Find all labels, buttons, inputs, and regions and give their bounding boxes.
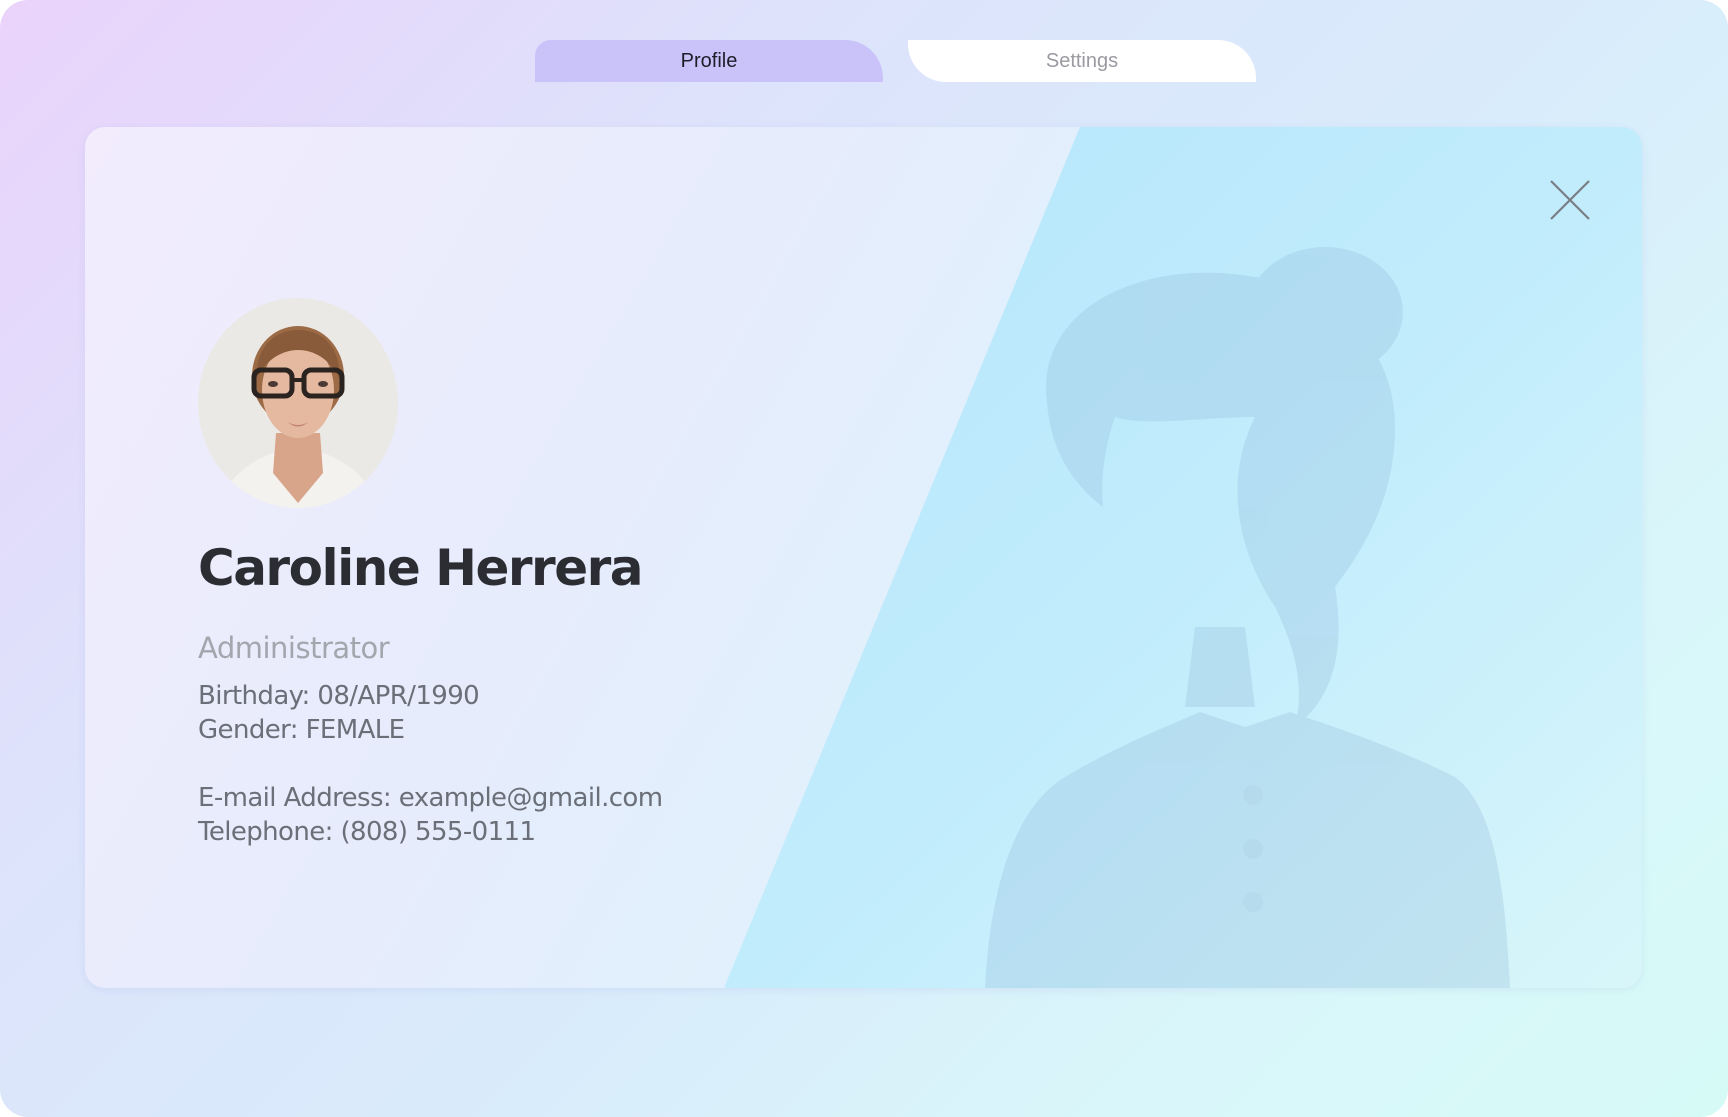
close-icon <box>1550 180 1590 220</box>
profile-name: Caroline Herrera <box>198 539 644 597</box>
avatar <box>198 298 398 508</box>
tab-profile-label: Profile <box>680 49 738 72</box>
profile-card: Caroline Herrera Administrator Birthday:… <box>85 127 1642 988</box>
close-button[interactable] <box>1547 177 1593 223</box>
tab-settings-label: Settings <box>1045 49 1119 72</box>
avatar-portrait <box>198 298 398 508</box>
profile-gender: Gender: FEMALE <box>198 715 405 745</box>
profile-email: E-mail Address: example@gmail.com <box>198 783 663 813</box>
profile-telephone: Telephone: (808) 555-0111 <box>198 817 536 847</box>
profile-page: Profile Settings Caroline Herrera Admini… <box>0 0 1728 1117</box>
profile-birthday: Birthday: 08/APR/1990 <box>198 681 480 711</box>
tab-profile[interactable]: Profile <box>535 40 883 82</box>
tab-settings[interactable]: Settings <box>908 40 1256 82</box>
profile-role: Administrator <box>198 631 390 665</box>
